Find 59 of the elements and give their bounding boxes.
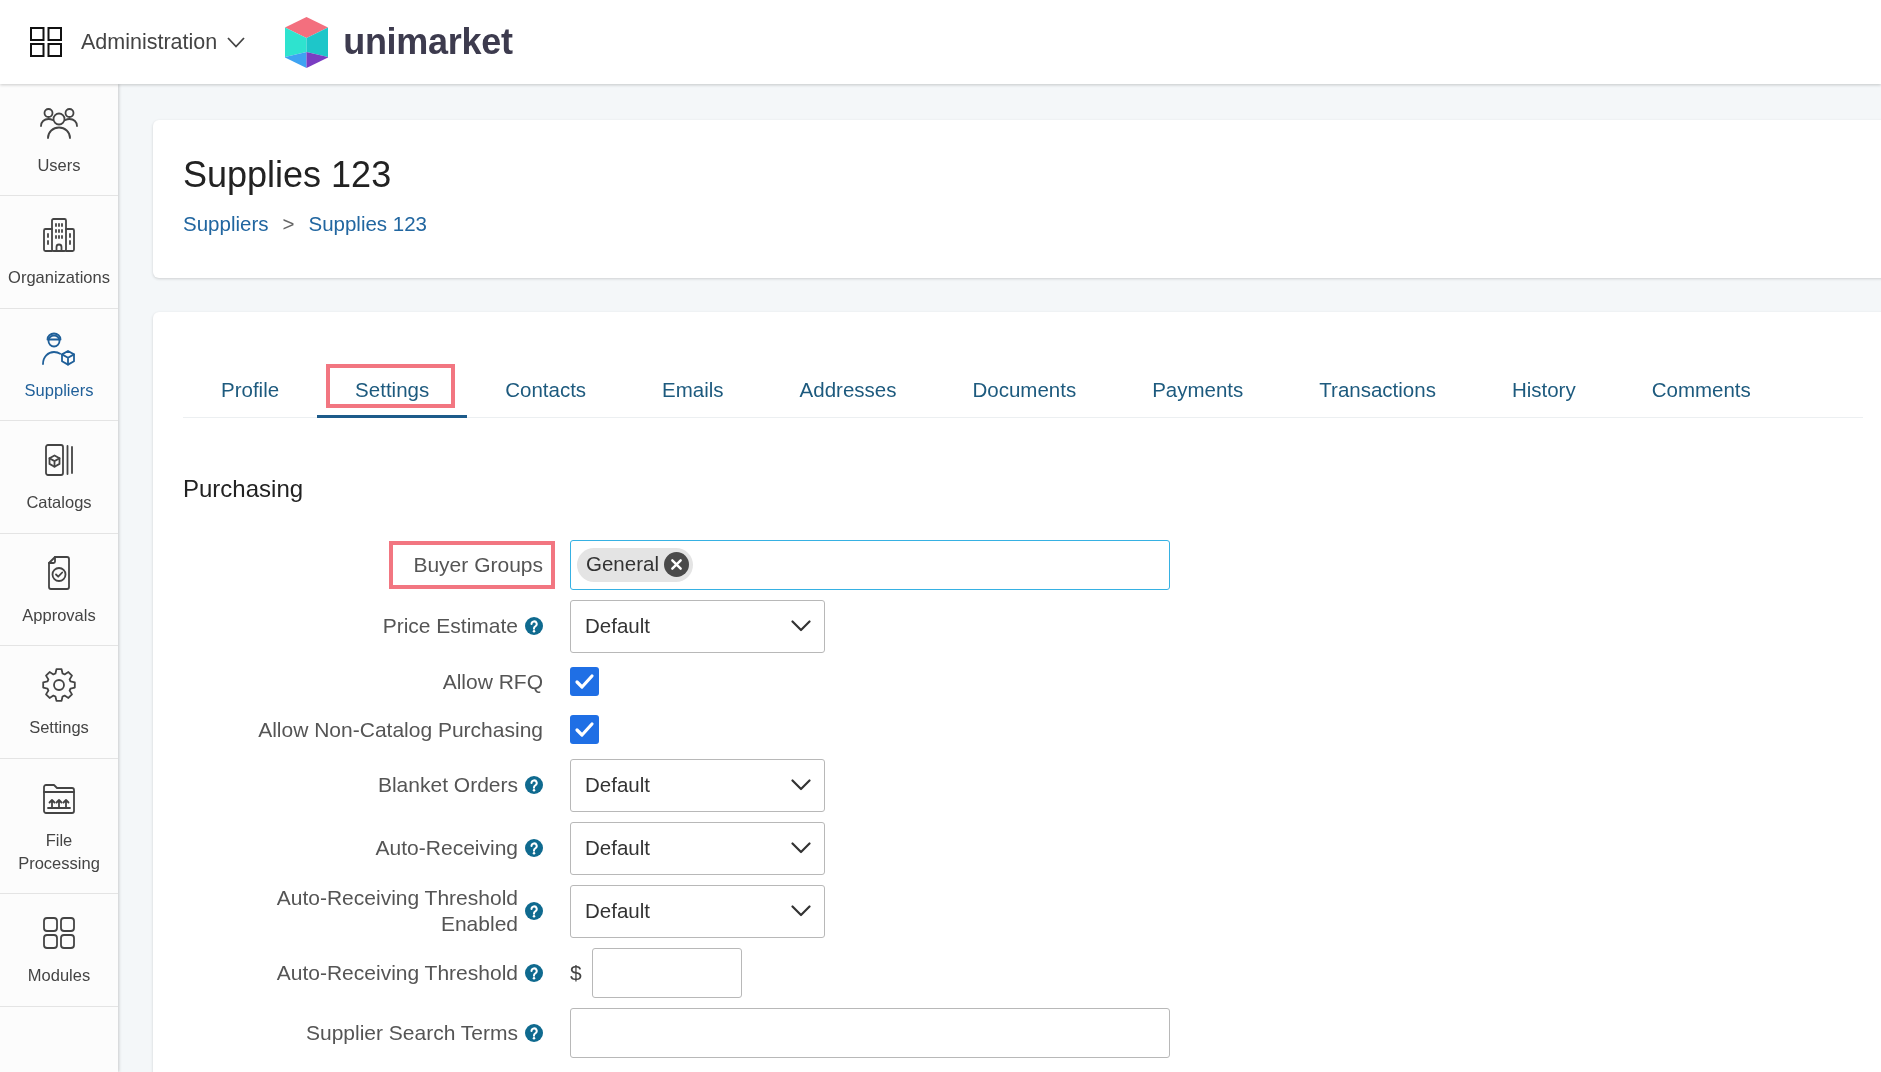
field-label: Allow RFQ (442, 668, 543, 695)
sidebar-item[interactable]: Settings (0, 646, 118, 759)
dropdown[interactable]: Default (570, 758, 825, 812)
field-label: Auto-Receiving Threshold (276, 959, 518, 986)
sidebar-item[interactable]: Catalogs (0, 421, 118, 534)
tab[interactable]: Contacts (467, 363, 625, 418)
breadcrumb-separator: > (282, 212, 295, 237)
page-title: Supplies 123 (183, 153, 393, 197)
help-icon[interactable] (525, 902, 543, 921)
tab[interactable]: Documents (934, 363, 1115, 418)
remove-icon[interactable] (663, 552, 689, 578)
tag-label: General (586, 551, 659, 578)
chevron-icon (791, 620, 811, 633)
field-label: Price Estimate (382, 613, 518, 640)
section-title: Purchasing (183, 473, 305, 503)
chevron-icon (791, 779, 811, 792)
field-label: Supplier Search Terms (305, 1019, 518, 1046)
field-label: Blanket Orders (377, 772, 518, 799)
checkbox[interactable] (570, 667, 599, 697)
brand-name: unimarket (343, 20, 513, 64)
field-label: Allow Non-Catalog Purchasing (258, 716, 543, 743)
chevron-icon (227, 36, 246, 48)
sidebar-item[interactable]: Organizations (0, 196, 118, 309)
sidebar-item[interactable]: Suppliers (0, 308, 118, 422)
dropdown[interactable]: Default (570, 884, 825, 938)
tag-input-field[interactable]: General (570, 539, 1170, 590)
currency-symbol: $ (570, 960, 582, 987)
help-icon[interactable] (525, 963, 543, 982)
tab[interactable]: Emails (624, 363, 762, 418)
help-icon[interactable] (525, 839, 543, 858)
dropdown[interactable]: Default (570, 821, 825, 875)
tab[interactable]: Comments (1613, 363, 1789, 418)
tab[interactable]: Settings (317, 363, 468, 418)
field-label: Buyer Groups (389, 540, 555, 589)
sidebar-item[interactable]: Modules (0, 894, 118, 1007)
field-label: Auto-Receiving (375, 835, 518, 862)
logo-icon (285, 16, 329, 68)
text-field[interactable] (570, 1007, 1170, 1058)
checkbox[interactable] (570, 715, 599, 745)
tab[interactable]: Transactions (1281, 363, 1474, 418)
field-label: Auto-Receiving Threshold Enabled (275, 885, 518, 938)
chevron-icon (791, 905, 811, 918)
menu-dropdown[interactable]: Administration (81, 25, 246, 59)
tab[interactable]: Profile (183, 363, 318, 418)
sidebar-item[interactable]: Users (0, 84, 118, 197)
sidebar-item[interactable]: Approvals (0, 533, 118, 647)
tab[interactable]: History (1473, 363, 1614, 418)
breadcrumb-link[interactable]: Supplies 123 (308, 212, 427, 237)
breadcrumb-link[interactable]: Suppliers (183, 212, 269, 237)
tab[interactable]: Payments (1114, 363, 1282, 418)
sidebar-item[interactable]: File Processing (0, 758, 118, 895)
apps-icon[interactable] (30, 27, 62, 57)
help-icon[interactable] (525, 617, 543, 636)
amount-field[interactable] (591, 947, 742, 998)
help-icon[interactable] (525, 776, 543, 795)
dropdown[interactable]: Default (570, 599, 825, 653)
tab[interactable]: Addresses (761, 363, 935, 418)
chevron-icon (791, 842, 811, 855)
help-icon[interactable] (525, 1023, 543, 1042)
